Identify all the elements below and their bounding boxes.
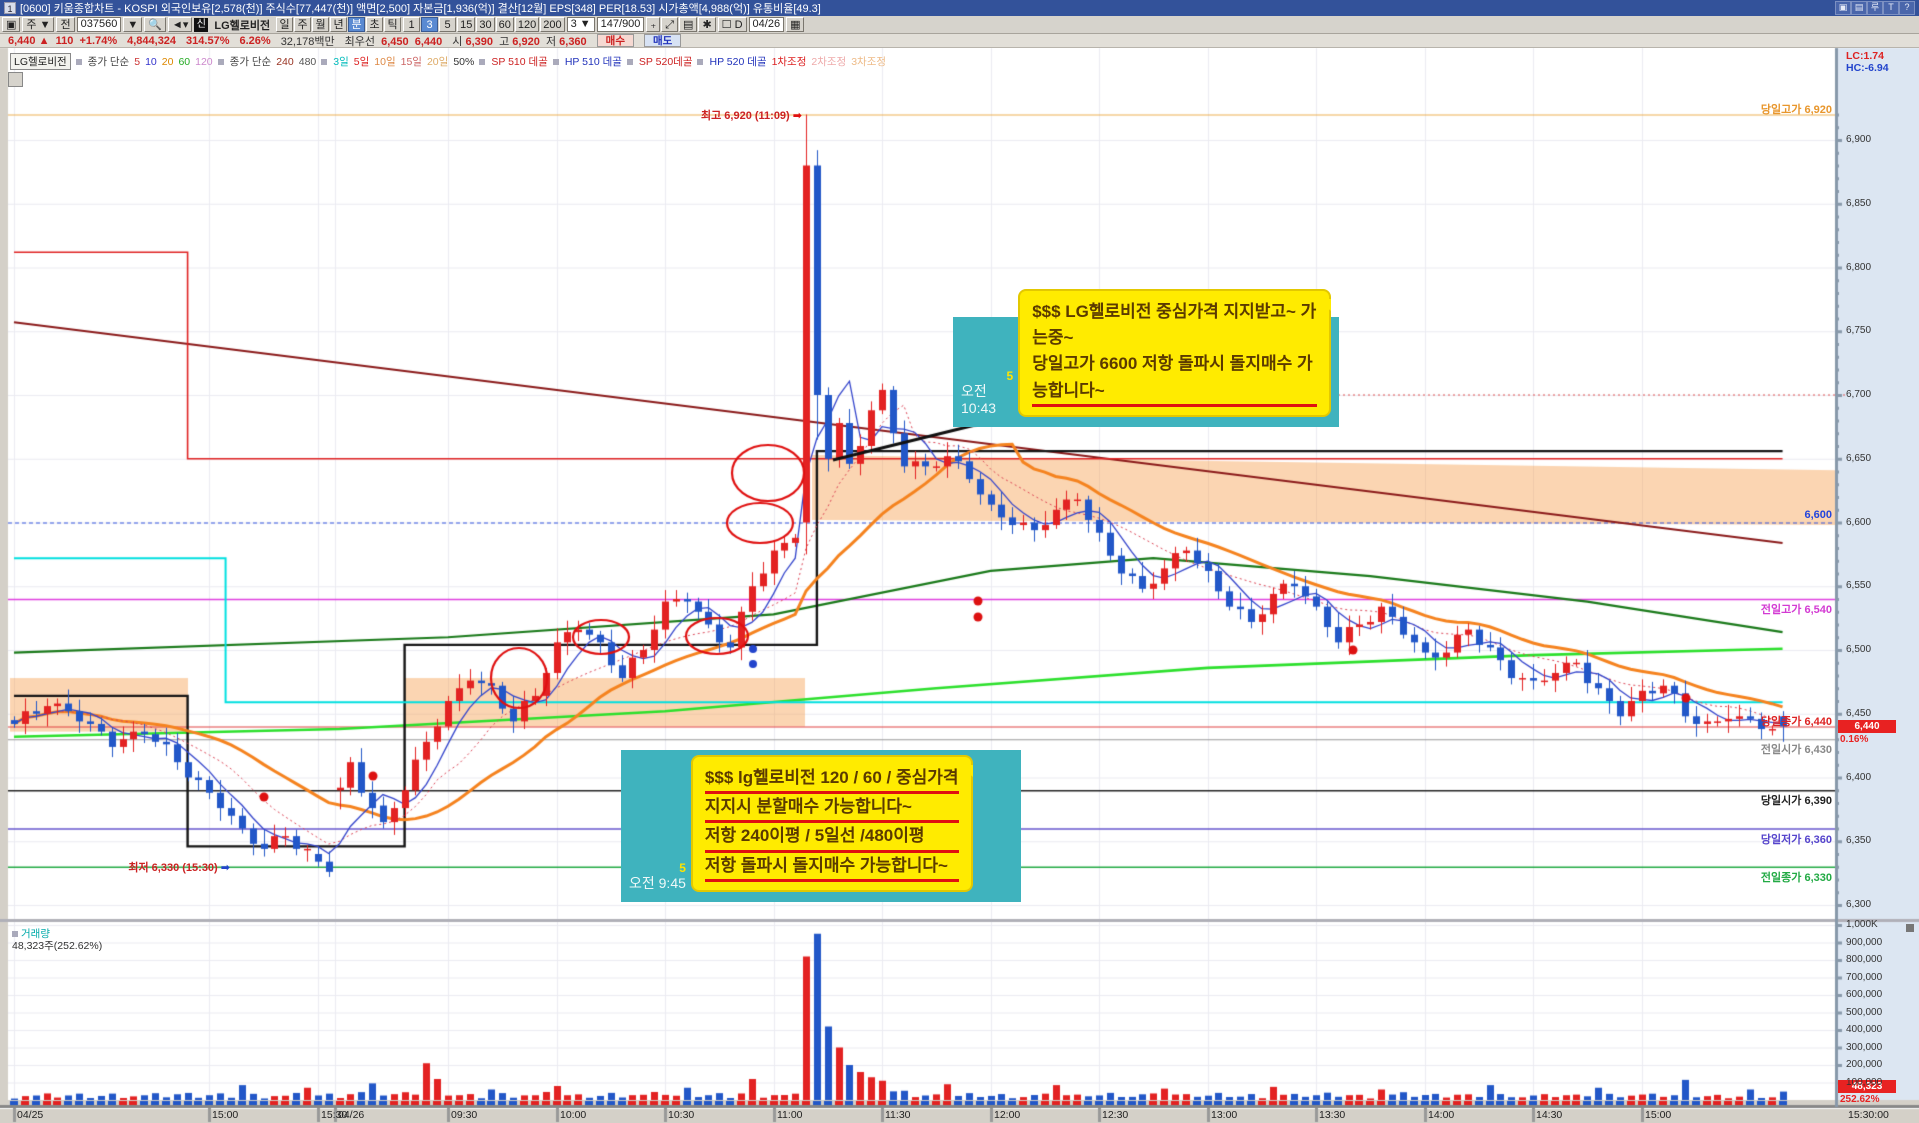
toolbar-icon-0[interactable]: ₊ [646,17,661,32]
toolbar-icon-3[interactable]: ✱ [698,17,716,32]
sell-button[interactable]: 매도 [644,34,682,47]
stock-name-label: LG헬로비전 [214,19,271,32]
period-buttons: 일주월년분초틱 [276,17,402,32]
period-button-일[interactable]: 일 [276,17,294,32]
titlebar-button-T[interactable]: T [1883,1,1899,15]
toolbar-icon-2[interactable]: ▤ [679,17,698,32]
titlebar-button-▤[interactable]: ▤ [1851,1,1867,15]
chat-time: 오전 9:45 [629,875,686,892]
chart-style-icon[interactable]: ▣ [2,17,21,32]
title-bar: 1 [0600] 키움종합차트 - KOSPI 외국인보유[2,578(천)] … [0,0,1919,16]
volume-value: 4,844,324 [127,34,177,47]
interval-button-60[interactable]: 60 [495,17,514,32]
chat-callout-1: 5 오전 10:43 $$$ LG헬로비전 중심가격 지지받고~ 가는중~ 당일고가… [953,288,1339,427]
titlebar-button-▣[interactable]: ▣ [1835,1,1851,15]
interval-button-120[interactable]: 120 [514,17,540,32]
date-input[interactable]: 04/26 [748,17,785,32]
code-dropdown-arrow[interactable]: ▼ [123,17,143,32]
stock-type-dropdown[interactable]: 주 ▼ [22,17,55,32]
chart-toolbar: ▣ 주 ▼ 전 037560 ▼ 🔍 ◄▾ 신 LG헬로비전 일주월년분초틱 1… [0,16,1919,34]
chat-unread-count: 5 [1006,369,1014,384]
titlebar-buttons: ▣ ▤ 루 T? [1835,1,1915,15]
titlebar-button-루[interactable]: 루 [1867,1,1883,15]
chat-bubble: $$$ lg헬로비전 120 / 60 / 중심가격 지지시 분할매수 가능합니다… [690,754,973,892]
volume-ratio: 314.57% [186,34,230,47]
credit-badge: 신 [194,17,209,32]
chat-unread-count: 5 [679,860,686,875]
window-title: [0600] 키움종합차트 - KOSPI 외국인보유[2,578(천)] 주식… [20,3,821,15]
calendar-icon[interactable]: ▦ [786,17,805,32]
sound-icon[interactable]: ◄▾ [167,17,193,32]
ohl-values: 시 6,390 고 6,920 저 6,360 [452,35,587,48]
window-icon: 1 [4,2,16,14]
turnover: 6.26% [239,34,271,47]
interval-button-200[interactable]: 200 [540,17,565,32]
best-quote: 최우선 6,450 6,440 [344,35,443,48]
chat-time: 오전 10:43 [961,383,997,417]
period-button-초[interactable]: 초 [366,17,384,32]
interval-button-15[interactable]: 15 [457,17,476,32]
chat-text-line: $$$ LG헬로비전 중심가격 지지받고~ 가는중~ [1032,301,1317,347]
chat-callout-2: 5 오전 9:45 $$$ lg헬로비전 120 / 60 / 중심가격 지지시 분… [621,750,1021,902]
chat-text-line: 저항 240이평 / 5일선 /480이평 [704,823,959,853]
amount: 32,178백만 [280,35,335,48]
chat-text-line: 당일고가 6600 저항 돌파시 돌지매수 가능합니다~ [1032,351,1317,407]
interval-button-3[interactable]: 3 [421,17,439,32]
chat-text-line: 지지시 분할매수 가능합니다~ [704,794,959,824]
d-checkbox[interactable]: ☐ D [717,17,747,32]
chat-text-line: $$$ lg헬로비전 120 / 60 / 중심가격 [704,765,959,794]
buy-button[interactable]: 매수 [596,34,634,47]
candlestick-chart-canvas[interactable] [0,0,1919,1123]
bar-count-display: 147/900 [596,17,645,32]
chat-bubble: $$$ LG헬로비전 중심가격 지지받고~ 가는중~ 당일고가 6600 저항 돌… [1018,288,1331,417]
search-icon[interactable]: 🔍 [144,17,166,32]
interval-button-5[interactable]: 5 [439,17,457,32]
tool-icon-buttons: ₊ ⤢ ▤ ✱ [646,17,716,32]
titlebar-button-?[interactable]: ? [1899,1,1915,15]
interval-button-30[interactable]: 30 [476,17,495,32]
quote-bar: 6,440 ▲ 110 +1.74% 4,844,324 314.57% 6.2… [0,34,1919,48]
current-price: 6,440 ▲ 110 +1.74% [8,34,118,47]
prev-button[interactable]: 전 [56,17,75,32]
period-button-주[interactable]: 주 [294,17,312,32]
interval-combo[interactable]: 3 ▼ [566,17,595,32]
toolbar-icon-1[interactable]: ⤢ [661,17,679,32]
period-button-월[interactable]: 월 [312,17,330,32]
interval-button-1[interactable]: 1 [403,17,421,32]
interval-buttons: 1 3 5 15 30 60 120 200 [403,17,565,32]
period-button-분[interactable]: 분 [348,17,366,32]
stock-code-input[interactable]: 037560 [76,17,122,32]
period-button-틱[interactable]: 틱 [384,17,402,32]
period-button-년[interactable]: 년 [330,17,348,32]
chat-text-line: 저항 돌파시 돌지매수 가능합니다~ [704,853,959,882]
